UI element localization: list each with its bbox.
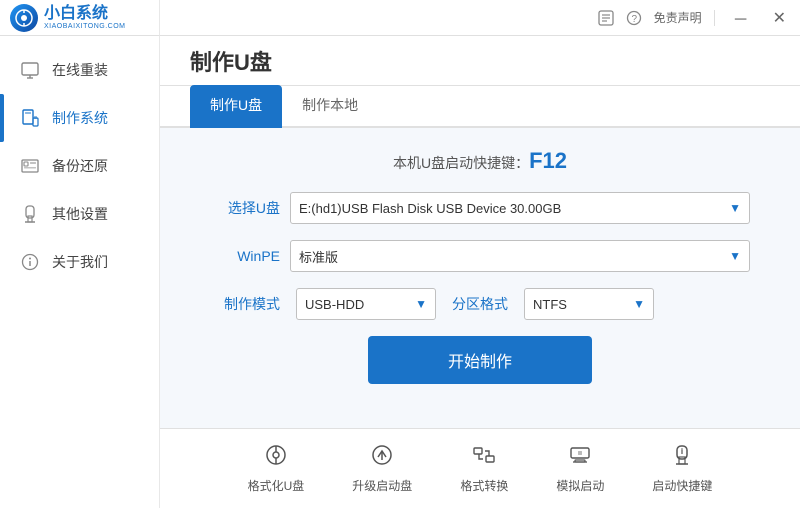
make-mode-label: 制作模式 (210, 294, 280, 314)
partition-select[interactable]: NTFS ▼ (524, 288, 654, 320)
sidebar-item-backup-restore[interactable]: 备份还原 (0, 142, 159, 190)
winpe-select[interactable]: 标准版 ▼ (290, 240, 750, 272)
other-settings-icon (20, 204, 40, 224)
shortcut-key: F12 (529, 148, 567, 173)
close-button[interactable]: ✕ (767, 6, 792, 30)
sidebar-label-online-reinstall: 在线重装 (52, 60, 108, 80)
free-statement-btn[interactable]: 免责声明 (654, 9, 702, 26)
about-us-icon (20, 252, 40, 272)
format-convert-label: 格式转换 (460, 477, 508, 494)
tool-format-udisk[interactable]: 格式化U盘 (248, 443, 305, 494)
page-header: 制作U盘 (160, 36, 800, 86)
title-divider (714, 10, 715, 26)
minimize-button[interactable]: － (727, 4, 755, 32)
winpe-label: WinPE (210, 248, 280, 264)
sidebar-label-make-system: 制作系统 (52, 108, 108, 128)
upgrade-boot-icon (370, 443, 394, 473)
make-system-icon (20, 108, 40, 128)
format-convert-icon (472, 443, 496, 473)
partition-value: NTFS (533, 297, 567, 312)
partition-label: 分区格式 (452, 294, 508, 314)
make-mode-arrow: ▼ (415, 297, 427, 311)
start-button[interactable]: 开始制作 (368, 336, 592, 384)
tool-format-convert[interactable]: 格式转换 (460, 443, 508, 494)
sidebar-item-online-reinstall[interactable]: 在线重装 (0, 46, 159, 94)
start-btn-row: 开始制作 (210, 336, 750, 384)
bottom-toolbar: 格式化U盘 升级启动盘 格式转换 (160, 428, 800, 508)
simulate-boot-icon (568, 443, 592, 473)
logo-main-text: 小白系统 (44, 5, 126, 23)
logo-area: 小白系统 XIAOBAIXITONG.COM (0, 0, 160, 36)
partition-arrow: ▼ (633, 297, 645, 311)
logo-icon (10, 4, 38, 32)
mode-partition-row: 制作模式 USB-HDD ▼ 分区格式 NTFS ▼ (210, 288, 750, 320)
sidebar-label-backup-restore: 备份还原 (52, 156, 108, 176)
notification-icon[interactable] (598, 10, 614, 26)
page-title: 制作U盘 (190, 45, 272, 77)
sidebar-item-make-system[interactable]: 制作系统 (0, 94, 159, 142)
sidebar: 在线重装 制作系统 备份还原 (0, 36, 160, 508)
sidebar-item-about-us[interactable]: 关于我们 (0, 238, 159, 286)
tool-boot-shortcut[interactable]: 启动快捷键 (652, 443, 712, 494)
simulate-boot-label: 模拟启动 (556, 477, 604, 494)
make-mode-value: USB-HDD (305, 297, 364, 312)
udisk-select[interactable]: E:(hd1)USB Flash Disk USB Device 30.00GB… (290, 192, 750, 224)
main-content: 制作U盘 制作U盘 制作本地 本机U盘启动快捷键：F12 选择U盘 E:(hd1… (160, 36, 800, 508)
form-area: 本机U盘启动快捷键：F12 选择U盘 E:(hd1)USB Flash Disk… (160, 128, 800, 428)
shortcut-hint: 本机U盘启动快捷键：F12 (210, 148, 750, 174)
shortcut-prefix: 本机U盘启动快捷键： (393, 155, 529, 171)
winpe-row: WinPE 标准版 ▼ (210, 240, 750, 272)
tab-make-local[interactable]: 制作本地 (282, 85, 378, 128)
sidebar-label-other-settings: 其他设置 (52, 204, 108, 224)
sidebar-item-other-settings[interactable]: 其他设置 (0, 190, 159, 238)
logo-text: 小白系统 XIAOBAIXITONG.COM (44, 5, 126, 30)
help-icon[interactable]: ? (626, 10, 642, 26)
title-bar-icons: ? 免责声明 － ✕ (598, 4, 792, 32)
udisk-row: 选择U盘 E:(hd1)USB Flash Disk USB Device 30… (210, 192, 750, 224)
format-udisk-label: 格式化U盘 (248, 477, 305, 494)
boot-shortcut-icon (670, 443, 694, 473)
online-reinstall-icon (20, 60, 40, 80)
winpe-select-value: 标准版 (299, 247, 338, 266)
winpe-select-arrow: ▼ (729, 249, 741, 263)
tool-simulate-boot[interactable]: 模拟启动 (556, 443, 604, 494)
svg-text:?: ? (631, 14, 637, 25)
tool-upgrade-boot[interactable]: 升级启动盘 (352, 443, 412, 494)
make-mode-select[interactable]: USB-HDD ▼ (296, 288, 436, 320)
logo-sub-text: XIAOBAIXITONG.COM (44, 23, 126, 30)
udisk-select-value: E:(hd1)USB Flash Disk USB Device 30.00GB (299, 201, 561, 216)
format-udisk-icon (264, 443, 288, 473)
udisk-select-arrow: ▼ (729, 201, 741, 215)
upgrade-boot-label: 升级启动盘 (352, 477, 412, 494)
tabs-bar: 制作U盘 制作本地 (160, 86, 800, 128)
backup-restore-icon (20, 156, 40, 176)
tab-make-udisk[interactable]: 制作U盘 (190, 85, 282, 128)
udisk-label: 选择U盘 (210, 198, 280, 218)
sidebar-label-about-us: 关于我们 (52, 252, 108, 272)
boot-shortcut-label: 启动快捷键 (652, 477, 712, 494)
